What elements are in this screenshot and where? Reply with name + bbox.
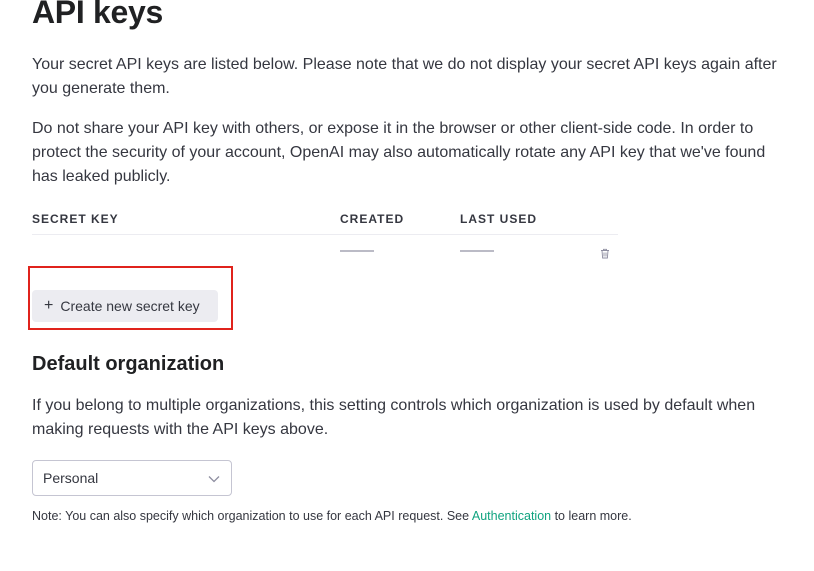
note-prefix: Note: You can also specify which organiz… xyxy=(32,509,472,523)
organization-select-value: Personal xyxy=(43,470,99,486)
security-warning-text: Do not share your API key with others, o… xyxy=(32,120,766,185)
chevron-down-icon xyxy=(208,476,220,483)
page-title: API keys xyxy=(32,0,164,30)
table-row xyxy=(32,235,618,267)
intro-text: Your secret API keys are listed below. P… xyxy=(32,56,777,97)
default-organization-heading: Default organization xyxy=(32,353,225,375)
trash-icon[interactable] xyxy=(600,248,610,259)
organization-description: If you belong to multiple organizations,… xyxy=(32,397,756,438)
column-header-created: CREATED xyxy=(340,212,405,226)
note-suffix: to learn more. xyxy=(551,509,632,523)
create-secret-key-label: Create new secret key xyxy=(60,298,200,314)
create-secret-key-button[interactable]: + Create new secret key xyxy=(32,290,218,322)
organization-select[interactable]: Personal xyxy=(32,460,232,496)
column-header-last-used: LAST USED xyxy=(460,212,538,226)
created-placeholder xyxy=(340,250,374,252)
authentication-link[interactable]: Authentication xyxy=(472,509,551,523)
column-header-secret-key: SECRET KEY xyxy=(32,212,119,226)
plus-icon: + xyxy=(44,297,54,314)
last-used-placeholder xyxy=(460,250,494,252)
organization-note: Note: You can also specify which organiz… xyxy=(32,509,632,523)
